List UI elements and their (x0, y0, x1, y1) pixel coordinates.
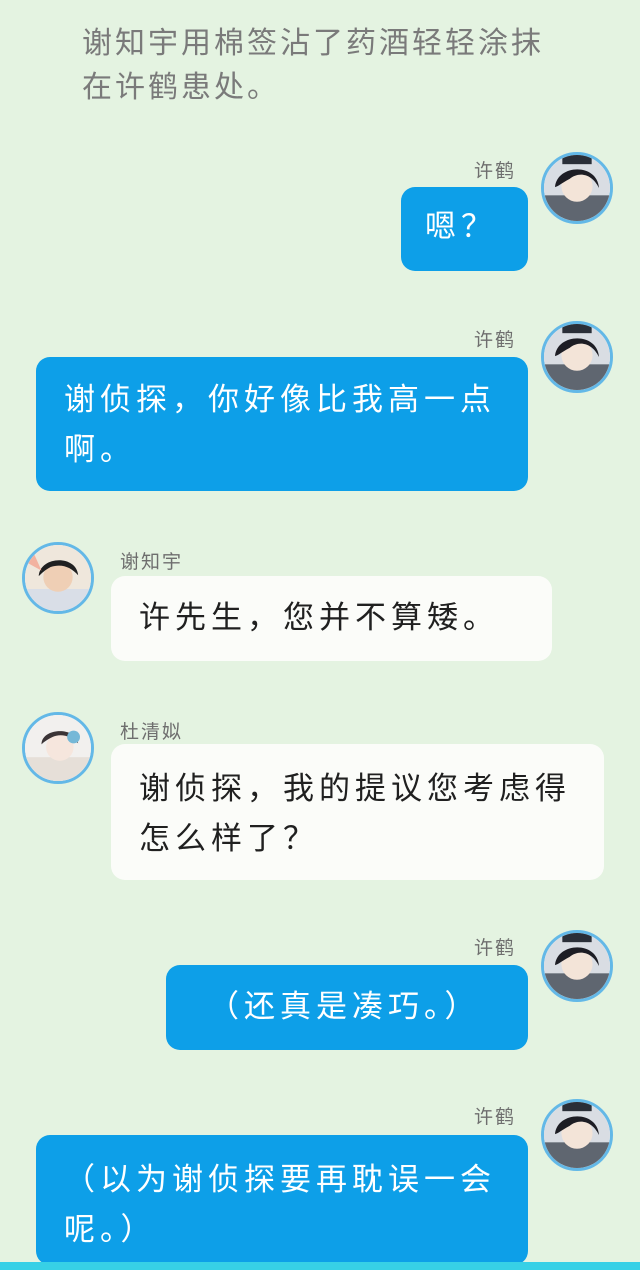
sender-name: 杜清姒 (120, 721, 184, 743)
avatar-xuhe[interactable] (541, 321, 613, 393)
message-bubble: 许先生，您并不算矮。 (111, 576, 552, 661)
message-bubble: 谢侦探，你好像比我高一点啊。 (36, 357, 528, 491)
message-bubble: 嗯？ (401, 187, 528, 271)
message-bubble: （还真是凑巧。） (166, 965, 528, 1050)
avatar-xiezhiyu[interactable] (22, 542, 94, 614)
narration-text: 谢知宇用棉签沾了药酒轻轻涂抹在许鹤患处。 (82, 26, 544, 105)
sender-name: 谢知宇 (120, 551, 184, 573)
avatar-xuhe[interactable] (541, 930, 613, 1002)
sender-name: 许鹤 (474, 160, 517, 182)
sender-name: 许鹤 (474, 1106, 517, 1128)
message-bubble: 谢侦探，我的提议您考虑得怎么样了？ (111, 744, 604, 880)
message-bubble: （以为谢侦探要再耽误一会呢。） (36, 1135, 528, 1265)
bottom-accent-bar (0, 1262, 640, 1270)
sender-name: 许鹤 (474, 937, 517, 959)
avatar-xuhe[interactable] (541, 152, 613, 224)
avatar-xuhe[interactable] (541, 1099, 613, 1171)
avatar-duqingsi[interactable] (22, 712, 94, 784)
sender-name: 许鹤 (474, 329, 517, 351)
